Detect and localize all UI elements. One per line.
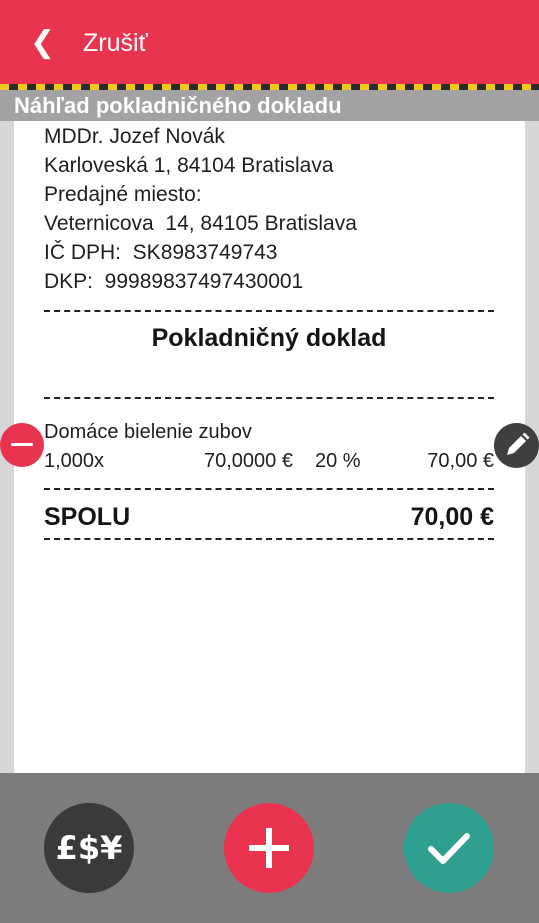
preview-title: Náhľad pokladničného dokladu bbox=[14, 93, 342, 118]
pencil-icon bbox=[507, 432, 530, 455]
preview-title-bar: Náhľad pokladničného dokladu bbox=[0, 90, 539, 121]
remove-item-button[interactable] bbox=[0, 423, 44, 467]
confirm-button[interactable] bbox=[404, 803, 494, 893]
currency-button[interactable]: £$¥ bbox=[44, 803, 134, 893]
sale-point-label: Predajné miesto: bbox=[44, 183, 202, 206]
merchant-name: MDDr. Jozef Novák bbox=[44, 125, 225, 148]
plus-icon bbox=[249, 828, 289, 868]
add-item-button[interactable] bbox=[224, 803, 314, 893]
minus-icon bbox=[11, 443, 33, 446]
item-unit-price: 70,0000 € bbox=[204, 450, 293, 472]
dashed-divider bbox=[44, 488, 494, 490]
dkp-number: DKP: 99989837497430001 bbox=[44, 270, 304, 293]
sale-point-address: Veternicova 14, 84105 Bratislava bbox=[44, 212, 357, 235]
total-value: 70,00 € bbox=[410, 503, 494, 531]
edit-item-button[interactable] bbox=[494, 423, 539, 468]
dashed-divider bbox=[44, 397, 494, 399]
currency-icon: £$¥ bbox=[55, 829, 123, 867]
item-vat: 20 % bbox=[315, 450, 361, 472]
receipt-title: Pokladničný doklad bbox=[151, 324, 387, 352]
item-quantity: 1,000x bbox=[44, 450, 105, 472]
item-name: Domáce bielenie zubov bbox=[44, 421, 252, 443]
chevron-left-icon[interactable]: ❮ bbox=[30, 26, 55, 60]
top-app-bar: ❮ Zrušiť bbox=[0, 0, 539, 84]
dashed-divider bbox=[44, 310, 494, 312]
merchant-address: Karloveská 1, 84104 Bratislava bbox=[44, 154, 334, 177]
dashed-divider bbox=[44, 538, 494, 540]
vat-id: IČ DPH: SK8983749743 bbox=[44, 241, 278, 264]
checkmark-icon bbox=[428, 833, 470, 864]
item-amount: 70,00 € bbox=[427, 450, 494, 472]
total-label: SPOLU bbox=[44, 503, 131, 531]
cancel-button[interactable]: Zrušiť bbox=[83, 27, 148, 59]
